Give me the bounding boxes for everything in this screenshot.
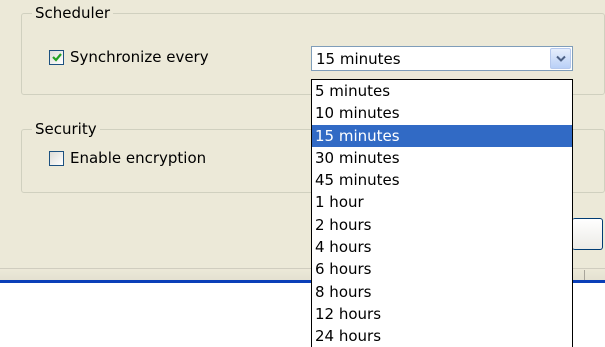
- dropdown-option[interactable]: 30 minutes: [312, 147, 572, 169]
- dropdown-option[interactable]: 1 hour: [312, 191, 572, 213]
- synchronize-label: Synchronize every: [70, 48, 209, 66]
- checkmark-icon: [51, 53, 62, 62]
- dropdown-option[interactable]: 45 minutes: [312, 169, 572, 191]
- interval-dropdown-list[interactable]: 5 minutes 10 minutes 15 minutes 30 minutes 4…: [311, 79, 573, 347]
- dropdown-option[interactable]: 4 hours: [312, 236, 572, 258]
- dropdown-option[interactable]: 5 minutes: [312, 80, 572, 102]
- interval-combobox[interactable]: 15 minutes: [311, 46, 573, 71]
- scheduler-legend: Scheduler: [32, 4, 114, 22]
- security-legend: Security: [32, 120, 100, 138]
- dropdown-option[interactable]: 6 hours: [312, 258, 572, 280]
- dropdown-option[interactable]: 2 hours: [312, 214, 572, 236]
- interval-selected-value: 15 minutes: [316, 50, 401, 68]
- dropdown-option[interactable]: 15 minutes: [312, 124, 572, 147]
- dropdown-option[interactable]: 24 hours: [312, 325, 572, 347]
- partially-hidden-button[interactable]: [572, 218, 603, 250]
- chevron-down-icon: [555, 55, 566, 62]
- synchronize-checkbox-row[interactable]: Synchronize every: [49, 48, 209, 66]
- dropdown-option[interactable]: 10 minutes: [312, 102, 572, 124]
- interval-dropdown-button[interactable]: [550, 48, 571, 69]
- encryption-checkbox-row[interactable]: Enable encryption: [49, 149, 206, 167]
- status-bar-divider: [584, 270, 585, 280]
- synchronize-checkbox[interactable]: [49, 49, 64, 65]
- encryption-label: Enable encryption: [70, 149, 207, 167]
- dropdown-option[interactable]: 8 hours: [312, 281, 572, 303]
- encryption-checkbox[interactable]: [49, 150, 64, 166]
- dropdown-option[interactable]: 12 hours: [312, 303, 572, 325]
